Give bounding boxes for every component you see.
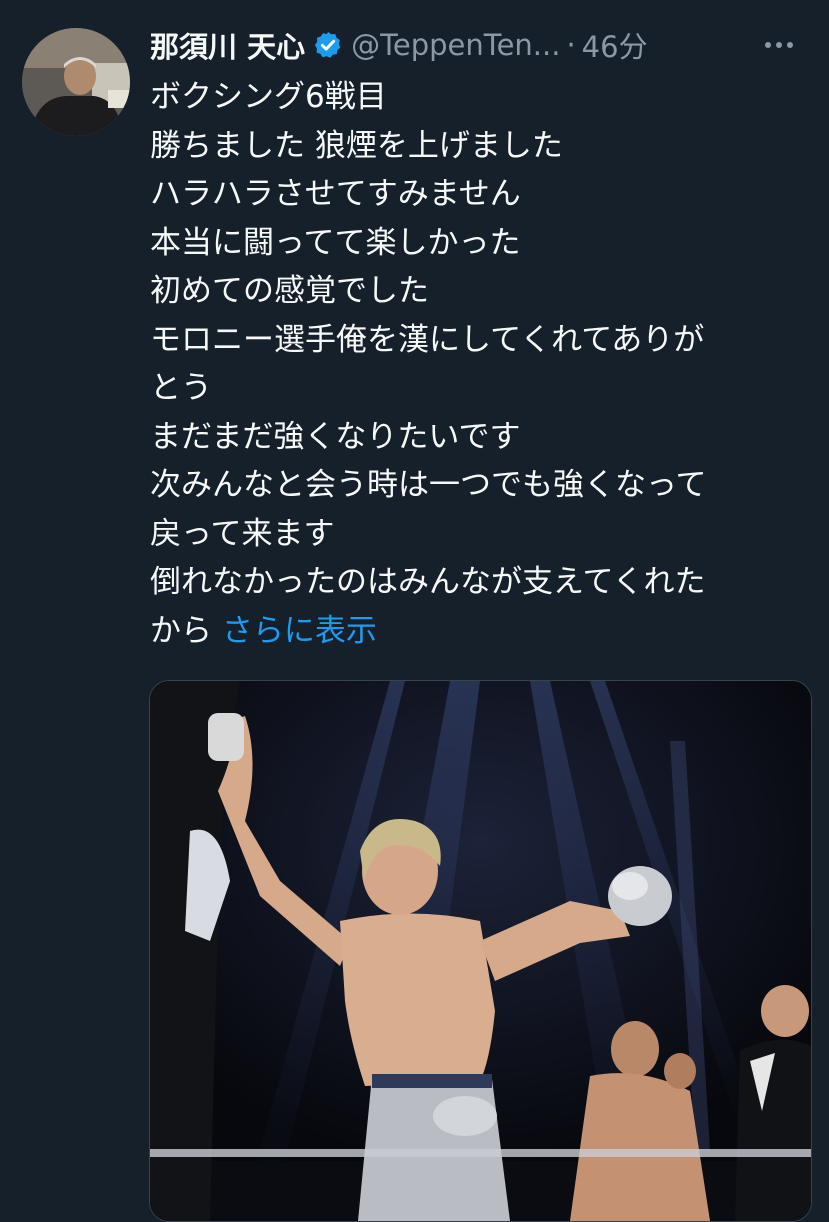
tweet-text-line: 戻って来ます	[150, 515, 335, 552]
more-options-icon[interactable]	[765, 42, 815, 48]
display-name[interactable]: 那須川 天心	[150, 24, 305, 66]
tweet-text-line: 初めての感覚でした	[150, 273, 429, 309]
verified-badge-icon	[313, 30, 343, 60]
author-avatar[interactable]	[22, 28, 130, 136]
tweet-text-line: 次みんなと会う時は一つでも強くなって	[150, 467, 707, 503]
tweet-time[interactable]: 46分	[582, 24, 648, 66]
header-separator: ·	[566, 28, 576, 62]
boxer-celebration-photo	[150, 681, 811, 1221]
tweet-photo[interactable]	[149, 680, 812, 1222]
tweet-text-line: まだまだ強くなりたいです	[150, 418, 521, 455]
tweet-text-last-line: から さらに表示	[150, 607, 810, 656]
user-handle[interactable]: @TeppenTen...	[351, 28, 560, 62]
tweet-text-line: 勝ちました 狼煙を上げました	[150, 127, 563, 164]
tweet-header: 那須川 天心 @TeppenTen... · 46分	[150, 22, 815, 68]
tweet-text-line: モロニー選手俺を漢にしてくれてありが	[150, 321, 705, 358]
tweet-text: ボクシング6戦目 勝ちました 狼煙を上げました ハラハラさせてすみません 本当に…	[150, 73, 810, 655]
avatar-photo	[22, 28, 130, 136]
tweet-text-line: から	[150, 612, 212, 649]
show-more-link[interactable]: さらに表示	[222, 613, 377, 649]
tweet-text-line: ボクシング6戦目	[150, 79, 387, 115]
tweet-text-line: ハラハラさせてすみません	[150, 176, 521, 212]
tweet-text-line: 倒れなかったのはみんなが支えてくれた	[150, 564, 706, 600]
tweet-text-line: とう	[150, 370, 212, 406]
tweet-text-line: 本当に闘ってて楽しかった	[150, 224, 521, 261]
